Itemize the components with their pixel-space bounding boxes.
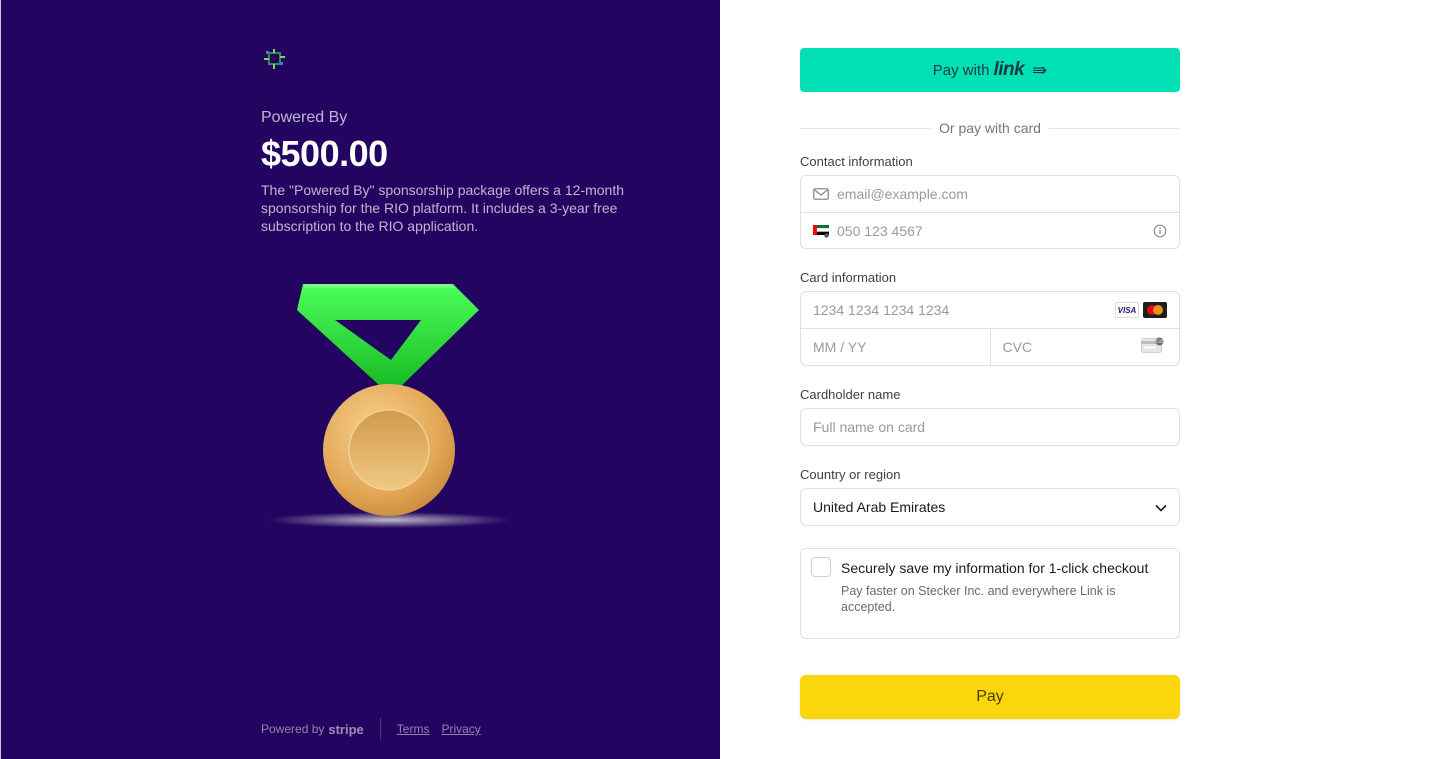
info-icon[interactable]	[1153, 224, 1167, 241]
phone-placeholder: 050 123 4567	[837, 222, 923, 239]
save-info-subtitle: Pay faster on Stecker Inc. and everywher…	[841, 584, 1116, 614]
card-expiry-field[interactable]: MM / YY	[801, 329, 990, 365]
cardholder-label: Cardholder name	[800, 387, 901, 402]
pay-button[interactable]: Pay	[800, 675, 1180, 719]
pay-button-label: Pay	[976, 688, 1004, 705]
terms-link[interactable]: Terms	[397, 722, 430, 736]
medal-image	[267, 284, 511, 528]
save-info-title: Securely save my information for 1-click…	[841, 560, 1149, 576]
product-summary-panel: Powered By $500.00 The "Powered By" spon…	[0, 0, 720, 759]
cvc-placeholder: CVC	[1002, 339, 1033, 355]
uae-flag-icon[interactable]	[813, 223, 829, 239]
visa-icon: VISA	[1115, 302, 1139, 318]
cvc-card-icon: 135	[1141, 337, 1165, 356]
product-name: Powered By	[261, 109, 348, 126]
country-value: United Arab Emirates	[813, 499, 946, 515]
product-price: $500.00	[261, 133, 388, 174]
card-number-field[interactable]: 1234 1234 1234 1234 VISA	[801, 292, 1179, 328]
country-select[interactable]: United Arab Emirates	[800, 488, 1180, 526]
contact-section: Contact information email@example.com 05…	[800, 154, 1180, 249]
product-description: The "Powered By" sponsorship package off…	[261, 182, 624, 234]
country-label: Country or region	[800, 467, 901, 482]
arrow-right-icon: ⇛	[1032, 59, 1048, 80]
mastercard-icon	[1143, 302, 1167, 318]
pay-with-link-button[interactable]: Pay with link ⇛	[800, 48, 1180, 92]
card-section: Card information 1234 1234 1234 1234 VIS…	[800, 270, 1180, 366]
cardholder-section: Cardholder name Full name on card	[800, 387, 1180, 446]
link-brand-logo: link	[993, 59, 1025, 80]
email-field[interactable]: email@example.com	[801, 176, 1179, 212]
card-number-placeholder: 1234 1234 1234 1234	[813, 302, 950, 318]
save-info-checkbox[interactable]	[811, 557, 831, 577]
mail-icon	[813, 186, 829, 202]
expiry-placeholder: MM / YY	[813, 339, 867, 355]
cardholder-name-field[interactable]: Full name on card	[801, 409, 1179, 445]
powered-by-text: Powered by	[261, 722, 325, 736]
cardholder-placeholder: Full name on card	[813, 419, 926, 435]
cardholder-box: Full name on card	[800, 408, 1180, 446]
or-pay-with-card-text: Or pay with card	[939, 120, 1041, 136]
divider-line	[800, 127, 932, 129]
card-brands: VISA	[1115, 302, 1167, 318]
link-button-prefix: Pay with	[932, 61, 990, 79]
merchant-logo-icon	[264, 49, 285, 69]
card-box: 1234 1234 1234 1234 VISA MM / YY CVC 135	[800, 291, 1180, 366]
svg-text:135: 135	[1156, 339, 1164, 344]
card-label: Card information	[800, 270, 897, 285]
card-expiry-cvc-row: MM / YY CVC 135	[801, 328, 1179, 365]
contact-label: Contact information	[800, 154, 913, 169]
chevron-down-icon	[1155, 499, 1167, 515]
save-info-box: Securely save my information for 1-click…	[800, 548, 1180, 639]
contact-box: email@example.com 050 123 4567	[800, 175, 1180, 249]
or-divider: Or pay with card	[800, 120, 1180, 136]
payment-form: Pay with link ⇛ Or pay with card Contact…	[800, 48, 1180, 719]
card-cvc-field[interactable]: CVC 135	[989, 329, 1180, 365]
footer-divider	[379, 718, 381, 740]
email-placeholder: email@example.com	[837, 186, 968, 202]
stripe-footer: Powered by stripe Terms Privacy	[261, 718, 493, 740]
stripe-logo[interactable]: stripe	[328, 722, 363, 737]
privacy-link[interactable]: Privacy	[441, 722, 480, 736]
phone-field[interactable]: 050 123 4567	[801, 212, 1179, 248]
divider-line	[1048, 127, 1180, 129]
payment-panel: Pay with link ⇛ Or pay with card Contact…	[720, 0, 1440, 759]
country-section: Country or region United Arab Emirates	[800, 467, 1180, 526]
